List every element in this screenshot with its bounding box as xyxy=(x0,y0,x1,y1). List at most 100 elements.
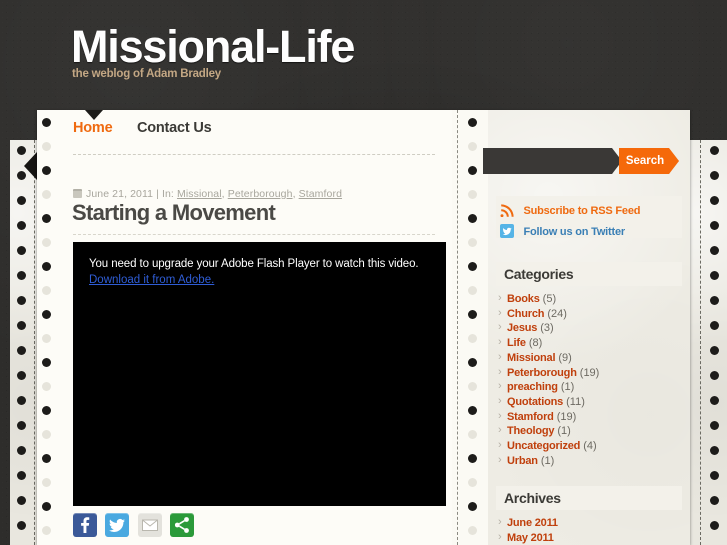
punch-hole-icon xyxy=(468,286,477,295)
post-date: June 21, 2011 xyxy=(86,188,154,200)
list-item: Quotations (11) xyxy=(498,394,688,410)
nav-item-contact-us[interactable]: Contact Us xyxy=(137,120,212,136)
twitter-share-icon[interactable] xyxy=(105,513,130,537)
post-title: Starting a Movement xyxy=(72,200,276,225)
item-count: (8) xyxy=(525,337,543,350)
category-link-jesus[interactable]: Jesus xyxy=(507,322,537,334)
list-item: June 2011 xyxy=(498,515,688,531)
item-count: (1) xyxy=(537,454,555,467)
search-button[interactable]: Search xyxy=(619,148,679,174)
archive-link-june-2011[interactable]: June 2011 xyxy=(507,517,558,529)
archives-list: June 2011May 2011April 2011 xyxy=(498,515,688,545)
twitter-label: Follow us on Twitter xyxy=(523,226,625,238)
punch-hole-icon xyxy=(42,286,51,295)
category-link-peterborough[interactable]: Peterborough xyxy=(507,367,577,379)
punch-hole-icon xyxy=(17,296,26,305)
archive-link-may-2011[interactable]: May 2011 xyxy=(507,532,554,544)
punch-hole-icon xyxy=(42,142,51,151)
more-share-icon[interactable] xyxy=(170,513,195,537)
left-pull-tab[interactable] xyxy=(24,152,37,180)
twitter-icon xyxy=(500,224,514,238)
punch-hole-icon xyxy=(42,454,51,463)
site-title: Missional-Life xyxy=(71,21,355,72)
category-link-life[interactable]: Life xyxy=(507,337,526,349)
post-category-link-stamford[interactable]: Stamford xyxy=(299,188,342,200)
center-perforation-line xyxy=(457,110,458,545)
rss-icon xyxy=(500,203,514,217)
punch-hole-icon xyxy=(17,271,26,280)
category-link-quotations[interactable]: Quotations xyxy=(507,396,563,408)
category-link-preaching[interactable]: preaching xyxy=(507,381,558,393)
punch-hole-icon xyxy=(17,196,26,205)
punch-hole-icon xyxy=(42,502,51,511)
category-link-books[interactable]: Books xyxy=(507,293,540,305)
punch-hole-icon xyxy=(17,471,26,480)
category-link-stamford[interactable]: Stamford xyxy=(507,411,554,423)
primary-nav: Home Contact Us xyxy=(73,119,232,155)
punch-hole-icon xyxy=(710,321,719,330)
punch-hole-icon xyxy=(710,496,719,505)
punch-hole-icon xyxy=(17,496,26,505)
punch-hole-icon xyxy=(710,196,719,205)
punch-hole-icon xyxy=(17,221,26,230)
item-count: (1) xyxy=(554,425,571,438)
punch-hole-icon xyxy=(42,430,51,439)
punch-hole-icon xyxy=(42,214,51,223)
download-flash-link[interactable]: Download it from Adobe. xyxy=(89,274,214,286)
punch-hole-icon xyxy=(468,190,477,199)
punch-hole-icon xyxy=(468,382,477,391)
category-link-church[interactable]: Church xyxy=(507,308,545,320)
archives-widget-title: Archives xyxy=(496,486,682,510)
list-item: Uncategorized (4) xyxy=(498,438,688,454)
punch-hole-icon xyxy=(42,526,51,535)
punch-hole-icon xyxy=(710,421,719,430)
card-left-perforation xyxy=(37,110,57,545)
rss-label: Subscribe to RSS Feed xyxy=(523,205,641,217)
punch-hole-icon xyxy=(468,478,477,487)
punch-hole-icon xyxy=(710,371,719,380)
punch-hole-icon xyxy=(17,246,26,255)
email-share-icon[interactable] xyxy=(137,513,162,537)
punch-hole-icon xyxy=(710,346,719,355)
category-link-uncategorized[interactable]: Uncategorized xyxy=(507,440,580,452)
category-link-missional[interactable]: Missional xyxy=(507,352,556,364)
punch-hole-icon xyxy=(42,334,51,343)
page-background: Missional-Life the weblog of Adam Bradle… xyxy=(0,0,727,545)
punch-hole-icon xyxy=(468,334,477,343)
calendar-icon xyxy=(73,189,82,198)
punch-hole-icon xyxy=(710,146,719,155)
nav-divider xyxy=(73,154,435,155)
list-item: Peterborough (19) xyxy=(498,365,688,381)
punch-hole-icon xyxy=(42,166,51,175)
post-title-divider xyxy=(73,234,435,235)
video-player-placeholder[interactable]: You need to upgrade your Adobe Flash Pla… xyxy=(73,242,446,506)
punch-hole-icon xyxy=(468,430,477,439)
punch-hole-icon xyxy=(468,310,477,319)
facebook-share-icon[interactable] xyxy=(73,513,97,537)
punch-hole-icon xyxy=(710,521,719,530)
twitter-row[interactable]: Follow us on Twitter xyxy=(500,222,682,239)
categories-list: Books (5)Church (24)Jesus (3)Life (8)Mis… xyxy=(498,291,688,469)
list-item: Urban (1) xyxy=(498,453,688,469)
main-content: Home Contact Us June 21, 2011 | In: Miss… xyxy=(57,110,452,545)
list-item: Missional (9) xyxy=(498,350,688,366)
punch-hole-icon xyxy=(17,521,26,530)
punch-hole-icon xyxy=(468,358,477,367)
punch-hole-icon xyxy=(468,502,477,511)
punch-hole-icon xyxy=(468,214,477,223)
list-item: Stamford (19) xyxy=(498,409,688,425)
punch-hole-icon xyxy=(17,346,26,355)
category-link-urban[interactable]: Urban xyxy=(507,455,538,467)
category-link-theology[interactable]: Theology xyxy=(507,425,554,437)
punch-hole-icon xyxy=(468,526,477,535)
post-category-link-missional[interactable]: Missional xyxy=(177,188,222,200)
punch-hole-icon xyxy=(468,262,477,271)
item-count: (9) xyxy=(555,351,572,364)
post-category-link-peterborough[interactable]: Peterborough xyxy=(228,188,293,200)
list-item: Life (8) xyxy=(498,335,688,351)
rss-row[interactable]: Subscribe to RSS Feed xyxy=(500,201,682,218)
list-item: preaching (1) xyxy=(498,379,688,395)
punch-hole-icon xyxy=(42,358,51,367)
nav-item-home[interactable]: Home xyxy=(73,120,113,136)
search-input[interactable] xyxy=(483,148,622,174)
